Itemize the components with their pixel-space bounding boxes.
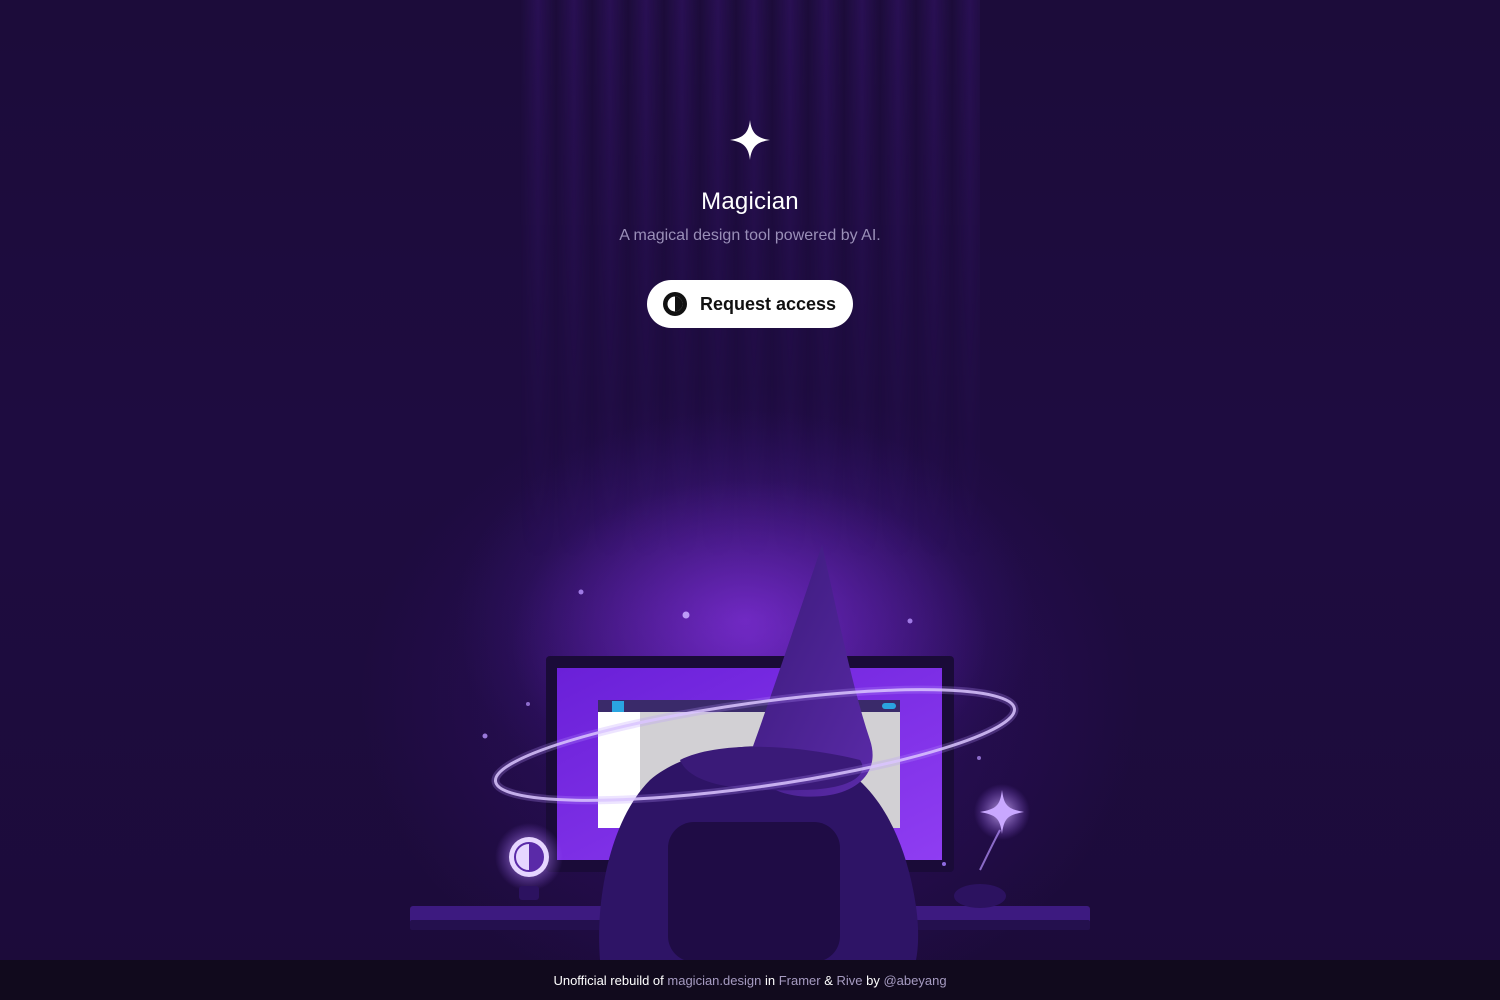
footer-link-magician[interactable]: magician.design	[667, 973, 761, 988]
footer-link-framer[interactable]: Framer	[779, 973, 821, 988]
footer-in: in	[761, 972, 779, 988]
landing-page: Magician A magical design tool powered b…	[0, 0, 1500, 1000]
footer: Unofficial rebuild of magician.design in…	[0, 960, 1500, 1000]
wizard-at-desk-illustration	[410, 410, 1090, 962]
footer-link-author[interactable]: @abeyang	[883, 973, 946, 988]
footer-prefix: Unofficial rebuild of	[553, 972, 668, 988]
footer-link-rive[interactable]: Rive	[836, 973, 862, 988]
footer-by: by	[862, 972, 884, 988]
footer-amp: &	[820, 972, 837, 988]
